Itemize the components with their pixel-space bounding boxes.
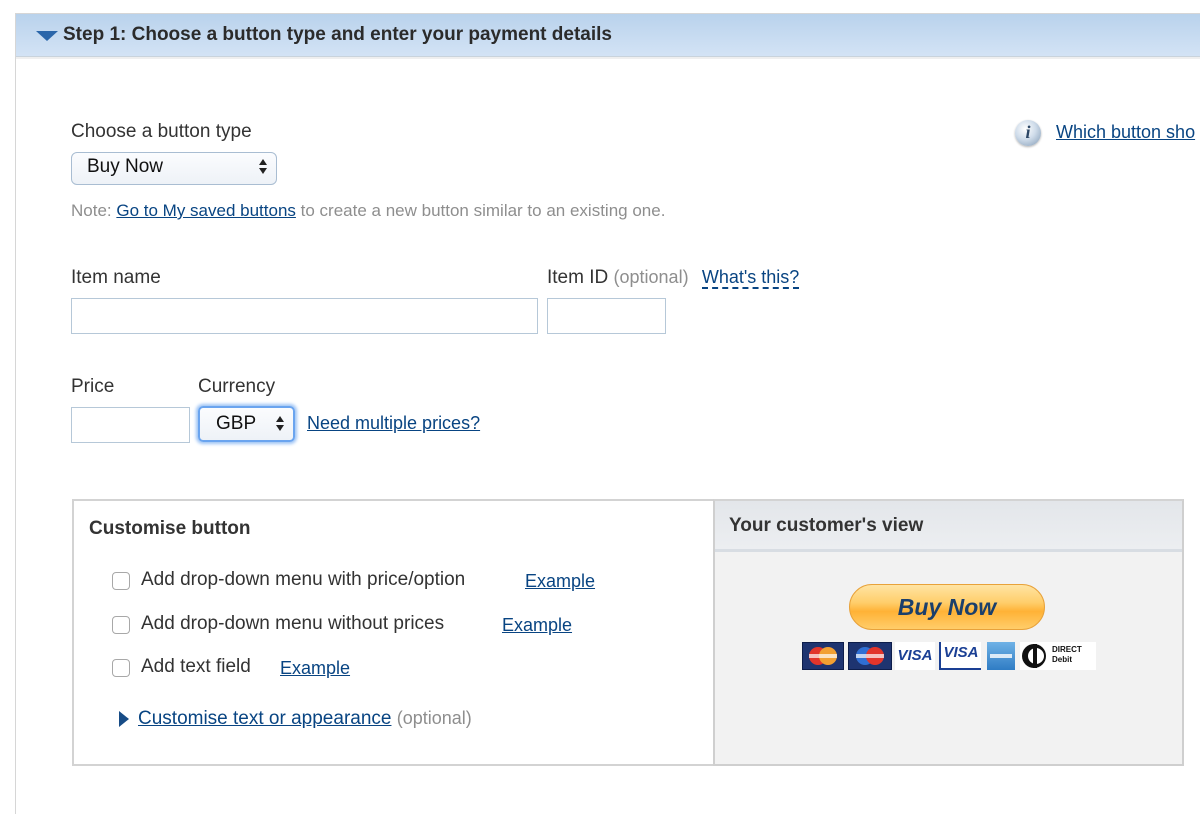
customer-view-title: Your customer's view	[729, 515, 924, 536]
option-checkbox-dropdown-no-prices[interactable]	[112, 616, 130, 634]
direct-debit-logo-icon: DIRECT Debit	[1020, 642, 1096, 670]
price-label: Price	[71, 376, 115, 397]
item-name-label: Item name	[71, 267, 161, 288]
example-link-price-dropdown[interactable]: Example	[525, 571, 595, 592]
note-suffix: to create a new button similar to an exi…	[300, 201, 666, 220]
which-button-link[interactable]: Which button sho	[1056, 122, 1195, 143]
item-id-label: Item ID	[547, 267, 609, 288]
button-type-select[interactable]: Buy Now	[71, 152, 277, 185]
option-label-dropdown-no-prices: Add drop-down menu without prices	[141, 613, 445, 634]
example-link-dropdown-no-prices[interactable]: Example	[502, 615, 572, 636]
customise-title: Customise button	[89, 518, 251, 539]
collapse-triangle-icon[interactable]	[36, 31, 58, 41]
customer-view-panel: Your customer's view	[713, 499, 1184, 766]
item-id-optional: (optional)	[613, 267, 689, 287]
customer-view-header: Your customer's view	[715, 501, 1182, 552]
price-input[interactable]	[71, 407, 190, 443]
button-type-value: Buy Now	[87, 156, 164, 177]
customise-appearance-link[interactable]: Customise text or appearance	[138, 708, 391, 729]
step-1-header[interactable]: Step 1: Choose a button type and enter y…	[16, 14, 1200, 57]
item-id-label-group: Item ID (optional) What's this?	[547, 267, 800, 289]
info-icon: i	[1015, 120, 1041, 146]
note-line: Note: Go to My saved buttons to create a…	[71, 201, 665, 221]
visa-electron-logo-icon: VISA	[939, 642, 981, 670]
step-title: Step 1: Choose a button type and enter y…	[63, 24, 612, 45]
currency-select[interactable]: GBP	[198, 406, 295, 442]
select-arrows-icon	[276, 416, 284, 432]
mastercard-logo-icon	[802, 642, 844, 670]
currency-value: GBP	[216, 413, 257, 434]
option-checkbox-price-dropdown[interactable]	[112, 572, 130, 590]
currency-label: Currency	[198, 376, 276, 397]
saved-buttons-link[interactable]: Go to My saved buttons	[116, 201, 296, 220]
buy-now-label: Buy Now	[897, 594, 997, 620]
button-type-label: Choose a button type	[71, 121, 252, 142]
direct-debit-text: DIRECT Debit	[1052, 645, 1082, 664]
multiple-prices-link[interactable]: Need multiple prices?	[307, 413, 480, 434]
item-id-input[interactable]	[547, 298, 666, 334]
visa-logo-icon: VISA	[895, 642, 935, 670]
appearance-row: Customise text or appearance (optional)	[138, 708, 472, 730]
example-link-text-field[interactable]: Example	[280, 658, 350, 679]
option-checkbox-text-field[interactable]	[112, 659, 130, 677]
buy-now-preview-button: Buy Now	[849, 584, 1045, 630]
select-arrows-icon	[259, 159, 267, 175]
item-name-input[interactable]	[71, 298, 538, 334]
whats-this-link[interactable]: What's this?	[701, 267, 800, 289]
amex-logo-icon	[987, 642, 1015, 670]
appearance-optional: (optional)	[396, 708, 472, 728]
option-label-text-field: Add text field	[141, 656, 251, 677]
maestro-logo-icon	[848, 642, 892, 670]
expand-triangle-icon[interactable]	[119, 711, 129, 727]
note-prefix: Note:	[71, 201, 112, 220]
option-label-price-dropdown: Add drop-down menu with price/option	[141, 569, 466, 590]
